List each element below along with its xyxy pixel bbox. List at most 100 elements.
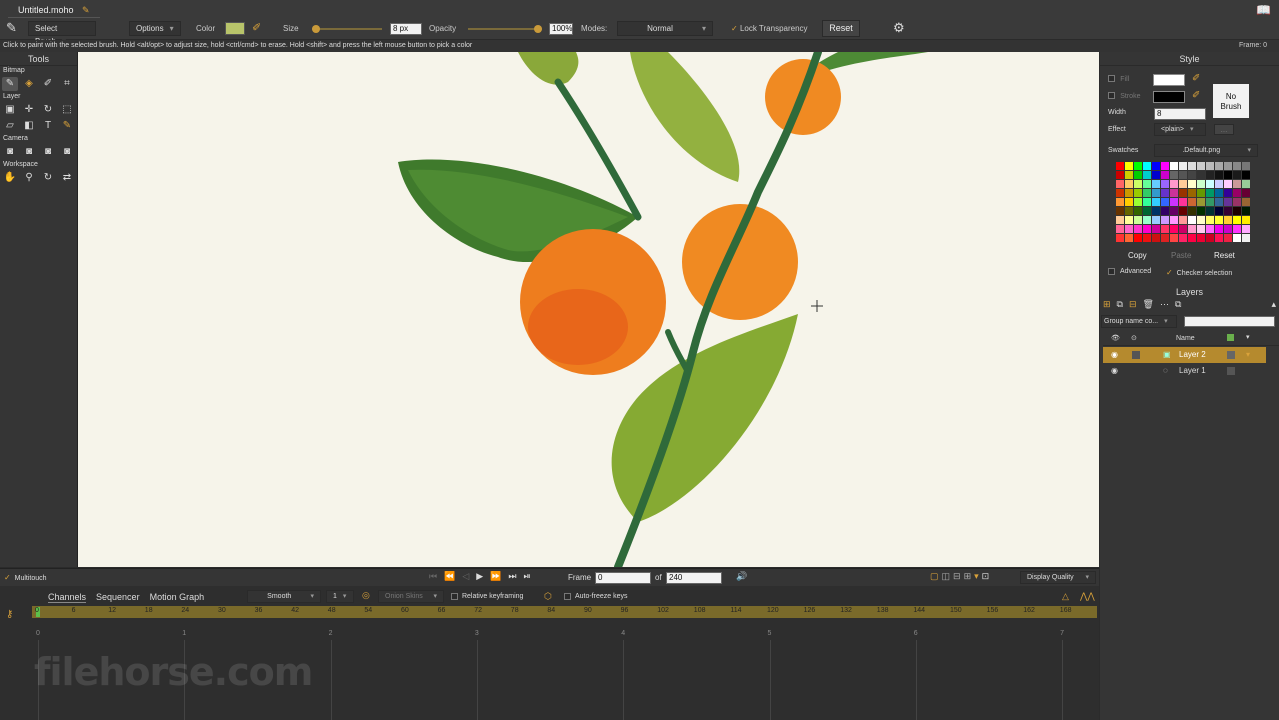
style-reset-button[interactable]: Reset [1214, 251, 1238, 260]
frame-input[interactable]: 0 [595, 572, 651, 584]
swatch[interactable] [1134, 189, 1142, 197]
swatch[interactable] [1188, 171, 1196, 179]
no-brush-button[interactable]: No Brush [1213, 84, 1249, 118]
swatch[interactable] [1161, 198, 1169, 206]
stroke-checkbox[interactable] [1108, 92, 1115, 100]
swatch[interactable] [1197, 189, 1205, 197]
swatch-grid[interactable] [1116, 162, 1250, 246]
onion-skins-dropdown[interactable]: Onion Skins ▾ [378, 590, 444, 603]
swatch[interactable] [1116, 216, 1124, 224]
volume-icon[interactable]: 🔊 [736, 571, 747, 582]
swatch[interactable] [1116, 225, 1124, 233]
swatches-dropdown[interactable]: .Default.png ▾ [1154, 144, 1258, 157]
swatch[interactable] [1206, 207, 1214, 215]
hand-icon[interactable]: ✋ [2, 171, 18, 185]
loop-icon[interactable]: ⏯ [524, 571, 531, 582]
swatch[interactable] [1206, 162, 1214, 170]
swatch[interactable] [1224, 216, 1232, 224]
swatch[interactable] [1134, 198, 1142, 206]
swatch[interactable] [1242, 198, 1250, 206]
options-dropdown[interactable]: Options ▾ [129, 21, 181, 36]
swatch[interactable] [1161, 225, 1169, 233]
swatch[interactable] [1179, 171, 1187, 179]
swatch[interactable] [1215, 234, 1223, 242]
swatch[interactable] [1143, 198, 1151, 206]
end-icon[interactable]: ⏭ [508, 571, 516, 582]
swatch[interactable] [1197, 234, 1205, 242]
swatch[interactable] [1179, 162, 1187, 170]
swatch[interactable] [1161, 189, 1169, 197]
eye-icon[interactable]: ◉ [1111, 363, 1118, 379]
swatch[interactable] [1179, 225, 1187, 233]
swatch[interactable] [1197, 162, 1205, 170]
split-view-icon[interactable]: ◫ [942, 571, 951, 582]
size-input[interactable]: 8 px [390, 23, 422, 35]
swatch[interactable] [1215, 207, 1223, 215]
swatch[interactable] [1179, 207, 1187, 215]
swatch[interactable] [1125, 234, 1133, 242]
swatch[interactable] [1215, 198, 1223, 206]
swatch[interactable] [1125, 180, 1133, 188]
layer-row-2[interactable]: ◉ ▣ Layer 2 ▾ [1103, 347, 1266, 363]
swatch[interactable] [1179, 198, 1187, 206]
size-slider[interactable] [312, 24, 382, 34]
swatch[interactable] [1134, 225, 1142, 233]
wave-icon[interactable]: ⋀⋀ [1080, 591, 1095, 602]
rotate-workspace-icon[interactable]: ↻ [40, 171, 56, 185]
swatch[interactable] [1170, 180, 1178, 188]
swatch[interactable] [1188, 225, 1196, 233]
swatch[interactable] [1197, 225, 1205, 233]
swatch[interactable] [1188, 180, 1196, 188]
copy-button[interactable]: Copy [1128, 251, 1150, 260]
split-horizontal-icon[interactable]: ⊟ [953, 571, 961, 582]
swatch[interactable] [1134, 216, 1142, 224]
swatch[interactable] [1233, 216, 1241, 224]
layer-row-1[interactable]: ◉ ◌ Layer 1 [1103, 363, 1266, 379]
total-frames-input[interactable]: 240 [666, 572, 722, 584]
eraser-icon[interactable]: ✐ [40, 77, 56, 91]
curve-icon[interactable]: △ [1062, 591, 1069, 602]
more-icon[interactable]: ⋯ [1160, 299, 1169, 313]
swatch[interactable] [1242, 216, 1250, 224]
opacity-slider[interactable] [468, 24, 542, 34]
swatch[interactable] [1170, 225, 1178, 233]
chevron-down-icon[interactable]: ▾ [974, 571, 979, 582]
swatch[interactable] [1242, 171, 1250, 179]
camera-roll-icon[interactable]: ◙ [40, 145, 56, 159]
auto-freeze-checkbox[interactable]: Auto-freeze keys [564, 593, 627, 600]
swatch[interactable] [1188, 216, 1196, 224]
swatch[interactable] [1152, 198, 1160, 206]
swatch[interactable] [1242, 189, 1250, 197]
swatch[interactable] [1116, 171, 1124, 179]
play-icon[interactable]: ▶ [476, 571, 483, 582]
swatch[interactable] [1143, 189, 1151, 197]
group-name-field[interactable] [1184, 316, 1275, 327]
swatch[interactable] [1134, 234, 1142, 242]
text-icon[interactable]: T [40, 119, 56, 133]
swatch[interactable] [1161, 216, 1169, 224]
swatch[interactable] [1143, 234, 1151, 242]
shear-icon[interactable]: ▱ [2, 119, 18, 133]
swatch[interactable] [1206, 189, 1214, 197]
swatch[interactable] [1224, 207, 1232, 215]
swatch[interactable] [1125, 189, 1133, 197]
swatch[interactable] [1125, 225, 1133, 233]
swatch[interactable] [1233, 234, 1241, 242]
swatch[interactable] [1125, 216, 1133, 224]
swatch[interactable] [1233, 198, 1241, 206]
swatch[interactable] [1197, 207, 1205, 215]
fill-checkbox[interactable] [1108, 75, 1115, 83]
swatch[interactable] [1170, 189, 1178, 197]
swatch[interactable] [1170, 162, 1178, 170]
swatch[interactable] [1215, 216, 1223, 224]
book-icon[interactable]: 📖 [1256, 3, 1271, 17]
swatch[interactable] [1242, 234, 1250, 242]
display-quality-dropdown[interactable]: Display Quality ▾ [1020, 571, 1096, 584]
duplicate-layer-icon[interactable]: ⧉ [1117, 299, 1123, 313]
swatch[interactable] [1152, 234, 1160, 242]
chevron-down-icon[interactable]: ▾ [1246, 333, 1250, 341]
swatch[interactable] [1215, 171, 1223, 179]
swatch[interactable] [1116, 234, 1124, 242]
swatch[interactable] [1134, 180, 1142, 188]
swatch[interactable] [1161, 162, 1169, 170]
